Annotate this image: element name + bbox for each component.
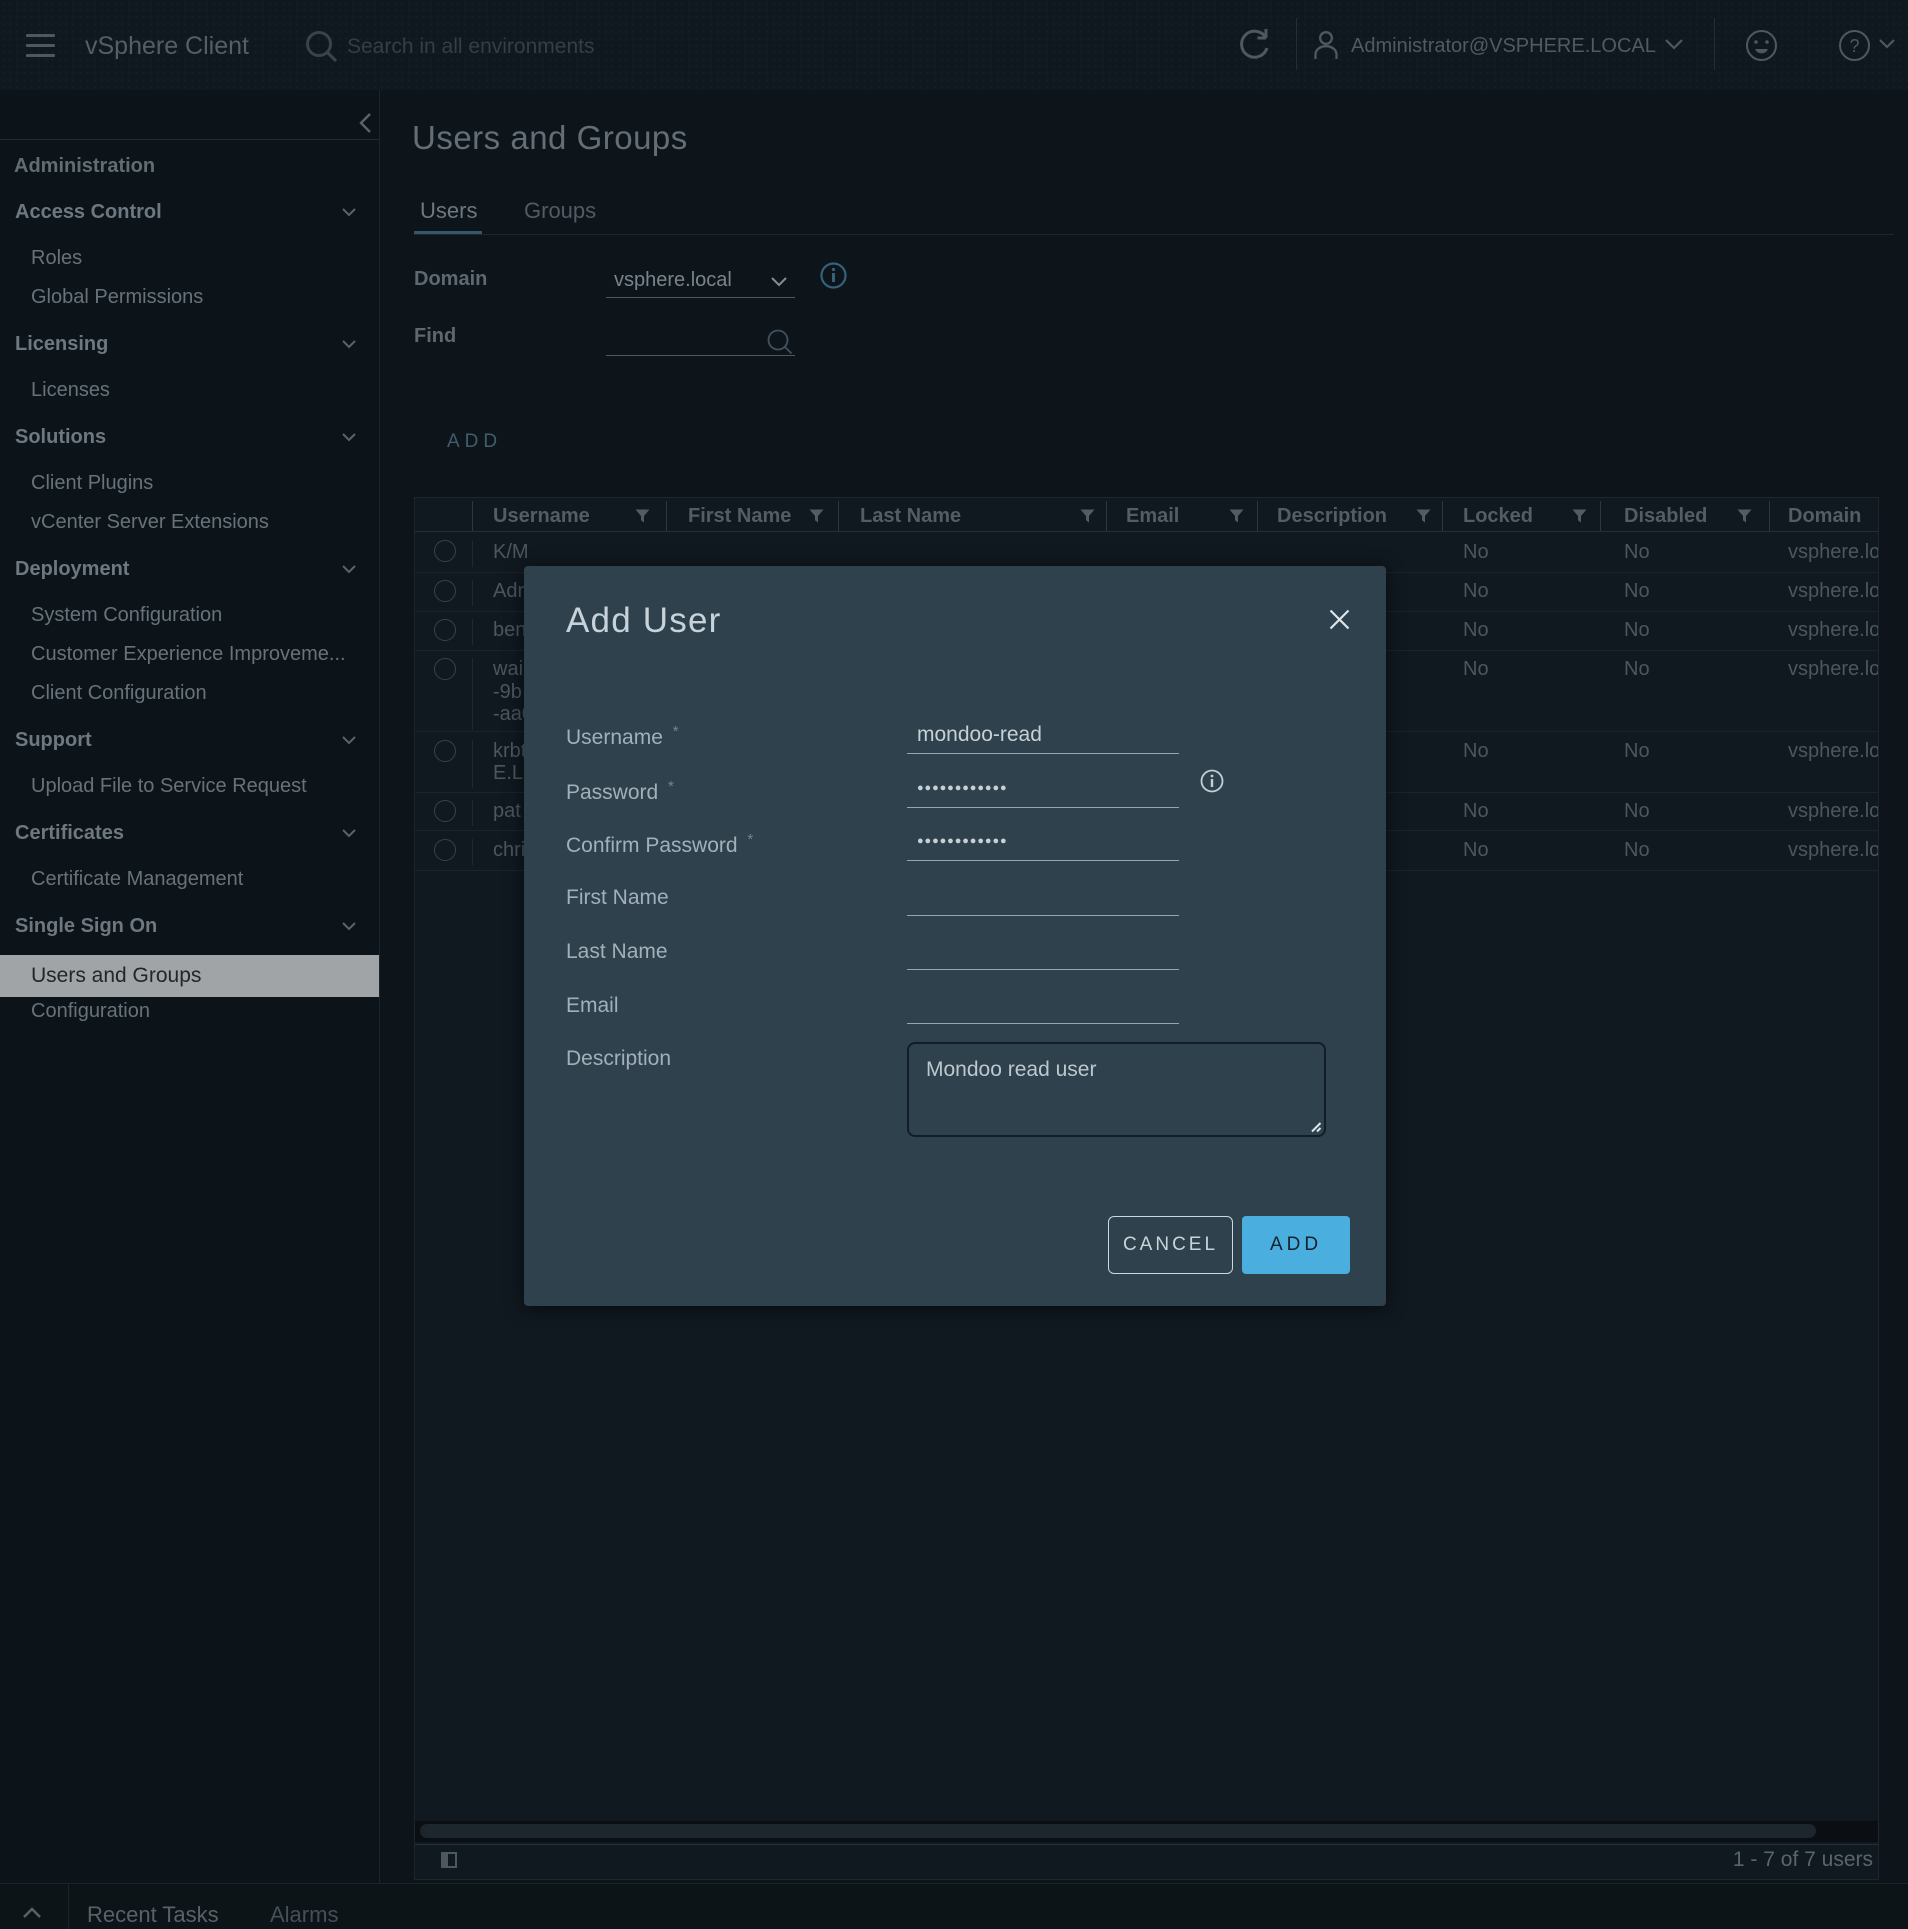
svg-text:?: ?: [1849, 36, 1859, 56]
